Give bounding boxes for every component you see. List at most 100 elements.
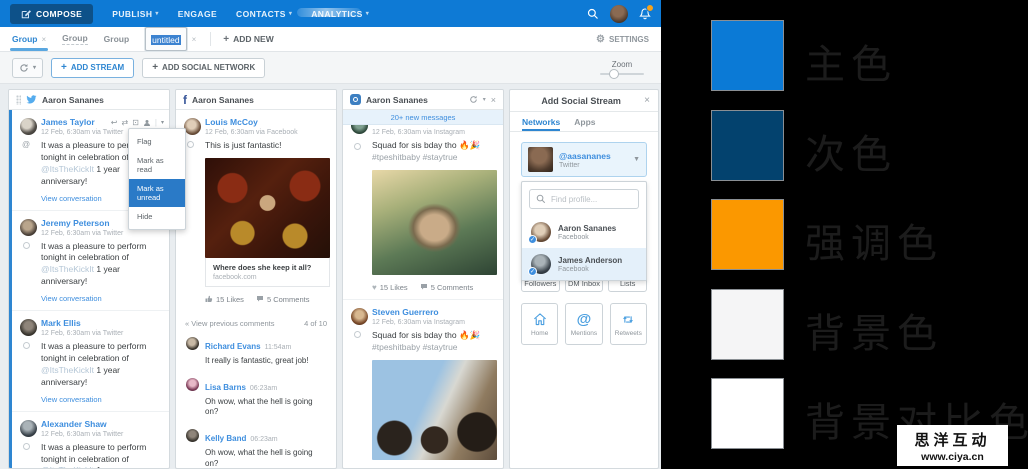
new-messages-banner[interactable]: 20+ new messages bbox=[343, 110, 503, 125]
likes-count[interactable]: 15 Likes bbox=[205, 295, 244, 304]
more-actions-chevron[interactable]: ▾ bbox=[161, 119, 164, 126]
drag-handle-icon[interactable] bbox=[16, 95, 21, 105]
stream-header-facebook[interactable]: f Aaron Sananes bbox=[176, 90, 336, 110]
menu-item-hide[interactable]: Hide bbox=[129, 207, 185, 226]
plus-icon: + bbox=[223, 34, 229, 45]
profile-option[interactable]: ✓ Aaron Sananes Facebook bbox=[522, 216, 646, 248]
retweets-stream-button[interactable]: Retweets bbox=[610, 303, 647, 345]
assign-icon[interactable]: ⊡ bbox=[132, 118, 139, 127]
zoom-slider-handle[interactable] bbox=[609, 69, 619, 79]
hashtags[interactable]: #tpeshitbaby #staytrue bbox=[372, 152, 458, 162]
instagram-post[interactable]: Steven Guerrero 12 Feb, 6:30am via Insta… bbox=[343, 300, 503, 468]
unread-indicator[interactable] bbox=[23, 342, 30, 349]
menu-item-mark-read[interactable]: Mark as read bbox=[129, 151, 185, 179]
menu-item-flag[interactable]: Flag bbox=[129, 132, 185, 151]
comment[interactable]: Richard Evans11:54am It really is fantas… bbox=[176, 331, 336, 372]
reply-icon[interactable]: ↩ bbox=[111, 118, 118, 127]
stream-header-twitter[interactable]: Aaron Sananes bbox=[9, 90, 169, 110]
post-author[interactable]: Steven Guerrero bbox=[372, 307, 495, 317]
notifications-bell[interactable] bbox=[639, 7, 651, 20]
comment[interactable]: Lisa Barns06:23am Oh wow, what the hell … bbox=[176, 372, 336, 424]
profile-selector[interactable]: @aasananes Twitter ▼ bbox=[521, 142, 647, 177]
tab-group-1[interactable]: Group× bbox=[12, 27, 46, 51]
tab-rename-field[interactable]: untitled × bbox=[145, 27, 196, 51]
compose-button[interactable]: COMPOSE bbox=[10, 4, 93, 24]
tab-group-2[interactable]: Group bbox=[62, 27, 88, 51]
post-author[interactable]: Mark Ellis bbox=[41, 318, 161, 328]
profile-handle: @aasananes bbox=[559, 151, 611, 161]
mention-link[interactable]: @ItsTheKickIt bbox=[41, 465, 94, 468]
compose-icon bbox=[21, 9, 31, 19]
profile-search[interactable] bbox=[529, 189, 639, 209]
likes-count[interactable]: ♥15 Likes bbox=[372, 283, 408, 292]
unread-indicator[interactable] bbox=[354, 143, 361, 150]
nav-item-contacts[interactable]: CONTACTS▾ bbox=[236, 9, 292, 19]
chevron-down-icon: ▾ bbox=[33, 64, 36, 71]
avatar bbox=[20, 420, 37, 437]
swatch-label-secondary: 次色 bbox=[805, 122, 897, 180]
unread-indicator[interactable] bbox=[187, 141, 194, 148]
mention-link[interactable]: @ItsTheKickIt bbox=[41, 164, 94, 174]
unread-indicator[interactable] bbox=[23, 242, 30, 249]
nav-item-engage[interactable]: ENGAGE bbox=[178, 9, 217, 19]
tab-group-3[interactable]: Group bbox=[104, 27, 130, 51]
user-avatar[interactable] bbox=[610, 5, 628, 23]
zoom-slider[interactable] bbox=[600, 73, 644, 75]
instagram-post[interactable]: 12 Feb, 6:30am via Instagram Squad for s… bbox=[343, 125, 503, 300]
close-tab-icon[interactable]: × bbox=[42, 35, 47, 44]
search-icon bbox=[536, 194, 546, 204]
add-stream-button[interactable]: +ADD STREAM bbox=[51, 58, 134, 78]
mentions-stream-button[interactable]: @ Mentions bbox=[565, 303, 602, 345]
comments-count[interactable]: 5 Comments bbox=[256, 295, 310, 304]
unread-indicator[interactable] bbox=[354, 331, 361, 338]
profile-option[interactable]: ✓ James Anderson Facebook bbox=[522, 248, 646, 280]
close-stream-icon[interactable]: × bbox=[491, 95, 496, 105]
search-icon[interactable] bbox=[587, 8, 599, 20]
mention-link[interactable]: @ItsTheKickIt bbox=[41, 365, 94, 375]
refresh-streams-button[interactable]: ▾ bbox=[12, 58, 43, 78]
settings-button[interactable]: ⚙SETTINGS bbox=[596, 27, 649, 51]
tab-apps[interactable]: Apps bbox=[574, 117, 595, 131]
view-previous-comments-link[interactable]: « View previous comments bbox=[185, 319, 275, 328]
mention-link[interactable]: @ItsTheKickIt bbox=[41, 264, 94, 274]
comment-author[interactable]: Kelly Band bbox=[205, 434, 246, 443]
profile-icon[interactable] bbox=[143, 119, 151, 127]
chevron-down-icon: ▾ bbox=[289, 10, 292, 17]
link-card[interactable]: Where does she keep it all? facebook.com bbox=[205, 258, 330, 287]
find-profile-input[interactable] bbox=[551, 195, 632, 204]
comment-author[interactable]: Richard Evans bbox=[205, 342, 261, 351]
view-conversation-link[interactable]: View conversation bbox=[41, 294, 161, 303]
view-conversation-link[interactable]: View conversation bbox=[41, 395, 161, 404]
post-image[interactable] bbox=[205, 158, 330, 258]
hashtags[interactable]: #tpeshitbaby #staytrue bbox=[372, 342, 458, 352]
unread-indicator[interactable] bbox=[23, 443, 30, 450]
post-image[interactable] bbox=[372, 170, 497, 275]
home-stream-button[interactable]: Home bbox=[521, 303, 558, 345]
stream-header-instagram[interactable]: Aaron Sananes ▾ × bbox=[343, 90, 503, 110]
facebook-post[interactable]: Louis McCoy 12 Feb, 6:30am via Facebook … bbox=[176, 110, 336, 311]
chevron-down-icon: ▾ bbox=[366, 10, 369, 17]
comment[interactable]: Kelly Band06:23am Oh wow, what the hell … bbox=[176, 423, 336, 468]
menu-item-mark-unread[interactable]: Mark as unread bbox=[129, 179, 185, 207]
post-author[interactable]: Louis McCoy bbox=[205, 117, 328, 127]
retweet-icon[interactable]: ⇄ bbox=[122, 118, 129, 127]
comment-author[interactable]: Lisa Barns bbox=[205, 383, 246, 392]
tab-networks[interactable]: Networks bbox=[522, 117, 560, 131]
tweet-post[interactable]: Alexander Shaw 12 Feb, 6:30am via Twitte… bbox=[12, 412, 169, 468]
post-image[interactable] bbox=[372, 360, 497, 460]
tab-rename-input[interactable]: untitled bbox=[145, 27, 186, 51]
watermark-brand: 思洋互动 bbox=[901, 429, 1004, 450]
tweet-post[interactable]: Mark Ellis 12 Feb, 6:30am via Twitter It… bbox=[12, 311, 169, 412]
add-social-network-button[interactable]: +ADD SOCIAL NETWORK bbox=[142, 58, 265, 78]
post-stats: ♥15 Likes 5 Comments bbox=[372, 283, 495, 292]
close-tab-icon[interactable]: × bbox=[192, 35, 197, 44]
tweet-actions: ↩ ⇄ ⊡ | ▾ bbox=[111, 118, 164, 127]
close-panel-icon[interactable]: × bbox=[644, 95, 650, 106]
post-author[interactable]: Alexander Shaw bbox=[41, 419, 161, 429]
comments-count[interactable]: 5 Comments bbox=[420, 283, 474, 292]
nav-item-publish[interactable]: PUBLISH▾ bbox=[112, 9, 159, 19]
refresh-icon[interactable] bbox=[469, 95, 478, 104]
instagram-posts: 12 Feb, 6:30am via Instagram Squad for s… bbox=[343, 125, 503, 468]
add-new-tab-button[interactable]: +ADD NEW bbox=[223, 27, 273, 51]
chevron-down-icon[interactable]: ▾ bbox=[483, 96, 486, 103]
